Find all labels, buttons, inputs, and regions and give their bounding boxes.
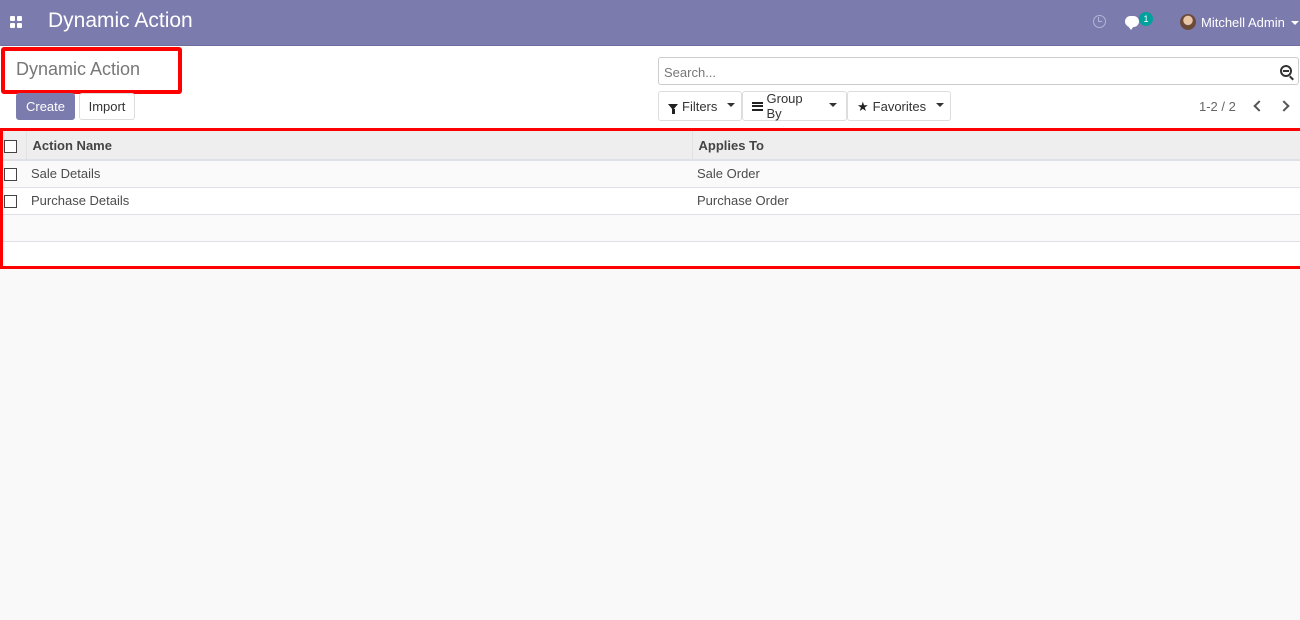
- caret-down-icon: [727, 102, 736, 107]
- filters-dropdown[interactable]: Filters: [658, 91, 742, 121]
- table-row[interactable]: Purchase Details Purchase Order: [0, 187, 1300, 214]
- breadcrumb: Dynamic Action: [16, 59, 141, 79]
- app-title[interactable]: Dynamic Action: [48, 9, 193, 33]
- favorites-dropdown[interactable]: ★ Favorites: [847, 91, 951, 121]
- search-input[interactable]: [664, 63, 1264, 81]
- apps-menu-icon[interactable]: [10, 16, 22, 28]
- records-table: Action Name Applies To Sale Details Sale…: [0, 131, 1300, 269]
- filters-label: Filters: [682, 98, 718, 114]
- caret-down-icon[interactable]: [1291, 21, 1299, 25]
- create-button[interactable]: Create: [16, 93, 75, 120]
- favorites-label: Favorites: [872, 98, 927, 114]
- top-navbar: Dynamic Action 1 Mitchell Admin: [0, 0, 1300, 46]
- table-row[interactable]: Sale Details Sale Order: [0, 160, 1300, 187]
- row-checkbox[interactable]: [4, 195, 17, 209]
- bars-icon: [752, 101, 763, 111]
- filter-icon: [668, 103, 678, 114]
- search-bar: [658, 57, 1299, 85]
- groupby-label: Group By: [766, 91, 803, 121]
- activity-clock-icon[interactable]: [1093, 15, 1106, 28]
- pager-next-icon[interactable]: [1278, 99, 1292, 113]
- row-select-cell: [0, 187, 26, 214]
- action-name-cell[interactable]: Purchase Details: [26, 187, 692, 214]
- empty-row: [0, 214, 1300, 241]
- search-icon[interactable]: [1280, 65, 1292, 77]
- empty-row: [0, 241, 1300, 268]
- pager-value[interactable]: 1-2 / 2: [1199, 99, 1236, 114]
- select-all-checkbox[interactable]: [4, 139, 17, 153]
- row-select-cell: [0, 160, 26, 187]
- pager-previous-icon[interactable]: [1251, 99, 1265, 113]
- table-header-row: Action Name Applies To: [0, 131, 1300, 160]
- groupby-dropdown[interactable]: Group By: [742, 91, 847, 121]
- user-avatar[interactable]: [1180, 14, 1196, 30]
- caret-down-icon: [936, 102, 945, 107]
- applies-to-cell[interactable]: Purchase Order: [692, 187, 1300, 214]
- messaging-icon[interactable]: [1125, 16, 1139, 30]
- list-view: Action Name Applies To Sale Details Sale…: [0, 131, 1300, 269]
- column-header-action-name[interactable]: Action Name: [25, 131, 692, 160]
- user-menu[interactable]: Mitchell Admin: [1201, 15, 1285, 30]
- message-count-badge: 1: [1139, 12, 1153, 26]
- select-all-cell: [0, 131, 26, 160]
- applies-to-cell[interactable]: Sale Order: [692, 160, 1300, 187]
- import-button[interactable]: Import: [79, 93, 135, 120]
- row-checkbox[interactable]: [4, 168, 17, 182]
- star-icon: ★: [857, 98, 869, 114]
- caret-down-icon: [829, 102, 837, 107]
- action-name-cell[interactable]: Sale Details: [26, 160, 692, 187]
- column-header-applies-to[interactable]: Applies To: [691, 131, 1300, 160]
